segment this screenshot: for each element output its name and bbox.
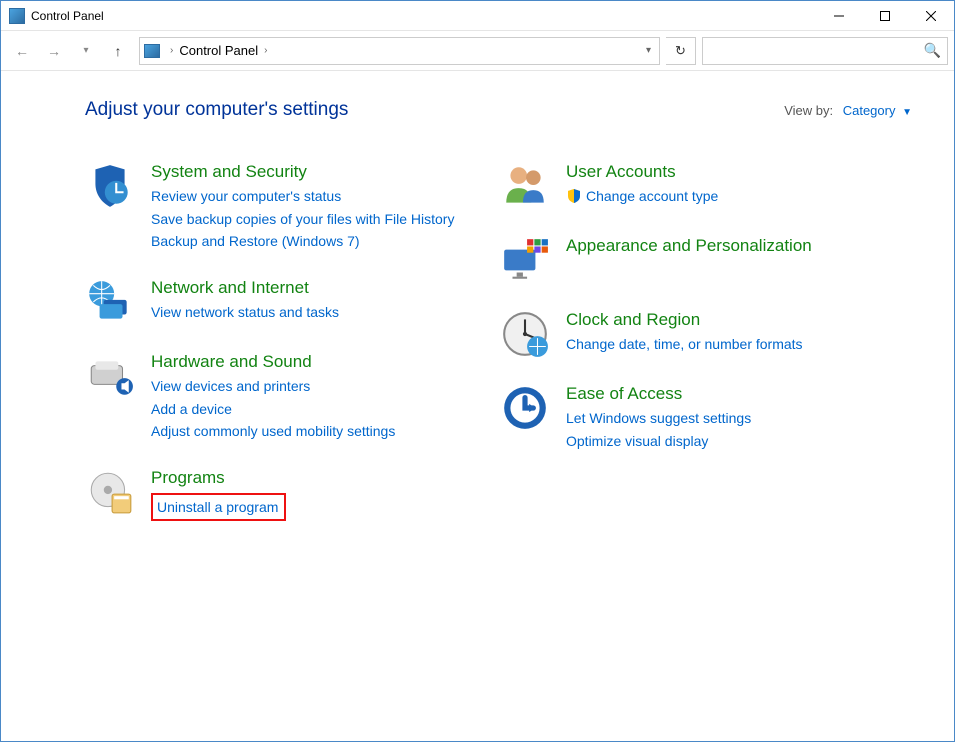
- view-by-value[interactable]: Category: [843, 103, 896, 118]
- breadcrumb-root[interactable]: Control Panel: [179, 43, 258, 58]
- left-column: System and Security Review your computer…: [85, 161, 470, 545]
- refresh-button[interactable]: ↻: [666, 37, 696, 65]
- category-user-accounts: User Accounts Change account type: [500, 161, 885, 211]
- up-button[interactable]: ↑: [103, 36, 133, 66]
- appearance-personalization-icon: [500, 235, 550, 285]
- ease-of-access-icon: [500, 383, 550, 433]
- search-icon[interactable]: 🔍: [924, 42, 941, 59]
- category-title[interactable]: Ease of Access: [566, 383, 885, 404]
- task-link[interactable]: Save backup copies of your files with Fi…: [151, 209, 470, 229]
- task-link[interactable]: View network status and tasks: [151, 302, 470, 322]
- category-programs: Programs Uninstall a program: [85, 467, 470, 521]
- hardware-sound-icon: [85, 351, 135, 401]
- clock-region-icon: [500, 309, 550, 359]
- network-internet-icon: [85, 277, 135, 327]
- view-by-selector[interactable]: View by: Category ▼: [784, 103, 912, 118]
- minimize-button[interactable]: [816, 1, 862, 31]
- address-bar[interactable]: › Control Panel › ▾: [139, 37, 660, 65]
- category-ease-of-access: Ease of Access Let Windows suggest setti…: [500, 383, 885, 453]
- search-box[interactable]: 🔍: [702, 37, 948, 65]
- navigation-toolbar: ← → ▾ ↑ › Control Panel › ▾ ↻ 🔍: [1, 31, 954, 71]
- category-appearance-personalization: Appearance and Personalization: [500, 235, 885, 285]
- category-title[interactable]: System and Security: [151, 161, 470, 182]
- task-link[interactable]: Let Windows suggest settings: [566, 408, 885, 428]
- window-title: Control Panel: [31, 9, 104, 23]
- task-link[interactable]: Add a device: [151, 399, 470, 419]
- close-button[interactable]: [908, 1, 954, 31]
- category-title[interactable]: Programs: [151, 467, 470, 488]
- control-panel-icon: [9, 8, 25, 24]
- task-link[interactable]: Backup and Restore (Windows 7): [151, 231, 470, 251]
- back-button[interactable]: ←: [7, 36, 37, 66]
- task-link[interactable]: Review your computer's status: [151, 186, 470, 206]
- task-link[interactable]: Change date, time, or number formats: [566, 334, 885, 354]
- task-link[interactable]: Change account type: [586, 186, 718, 206]
- category-network-internet: Network and Internet View network status…: [85, 277, 470, 327]
- task-link[interactable]: Adjust commonly used mobility settings: [151, 421, 470, 441]
- task-link[interactable]: View devices and printers: [151, 376, 470, 396]
- highlighted-task: Uninstall a program: [151, 493, 286, 521]
- system-security-icon: [85, 161, 135, 211]
- category-title[interactable]: User Accounts: [566, 161, 885, 182]
- category-title[interactable]: Hardware and Sound: [151, 351, 470, 372]
- programs-icon: [85, 467, 135, 517]
- category-hardware-sound: Hardware and Sound View devices and prin…: [85, 351, 470, 443]
- search-input[interactable]: [703, 38, 947, 64]
- user-accounts-icon: [500, 161, 550, 211]
- maximize-button[interactable]: [862, 1, 908, 31]
- category-title[interactable]: Network and Internet: [151, 277, 470, 298]
- task-link[interactable]: Optimize visual display: [566, 431, 885, 451]
- task-uninstall-program[interactable]: Uninstall a program: [157, 497, 278, 517]
- category-system-security: System and Security Review your computer…: [85, 161, 470, 253]
- address-icon: [144, 44, 160, 58]
- view-by-label: View by:: [784, 103, 833, 118]
- forward-button[interactable]: →: [39, 36, 69, 66]
- address-history-dropdown[interactable]: ▾: [642, 45, 655, 56]
- category-clock-region: Clock and Region Change date, time, or n…: [500, 309, 885, 359]
- category-title[interactable]: Appearance and Personalization: [566, 235, 885, 256]
- content-area: Adjust your computer's settings View by:…: [1, 71, 954, 545]
- chevron-right-icon[interactable]: ›: [264, 45, 267, 56]
- chevron-right-icon: ›: [170, 45, 173, 56]
- uac-shield-icon: [566, 188, 582, 204]
- chevron-down-icon[interactable]: ▼: [902, 107, 912, 118]
- page-heading: Adjust your computer's settings: [85, 99, 348, 121]
- recent-dropdown[interactable]: ▾: [71, 36, 101, 66]
- titlebar: Control Panel: [1, 1, 954, 31]
- category-title[interactable]: Clock and Region: [566, 309, 885, 330]
- right-column: User Accounts Change account type Appear…: [500, 161, 885, 545]
